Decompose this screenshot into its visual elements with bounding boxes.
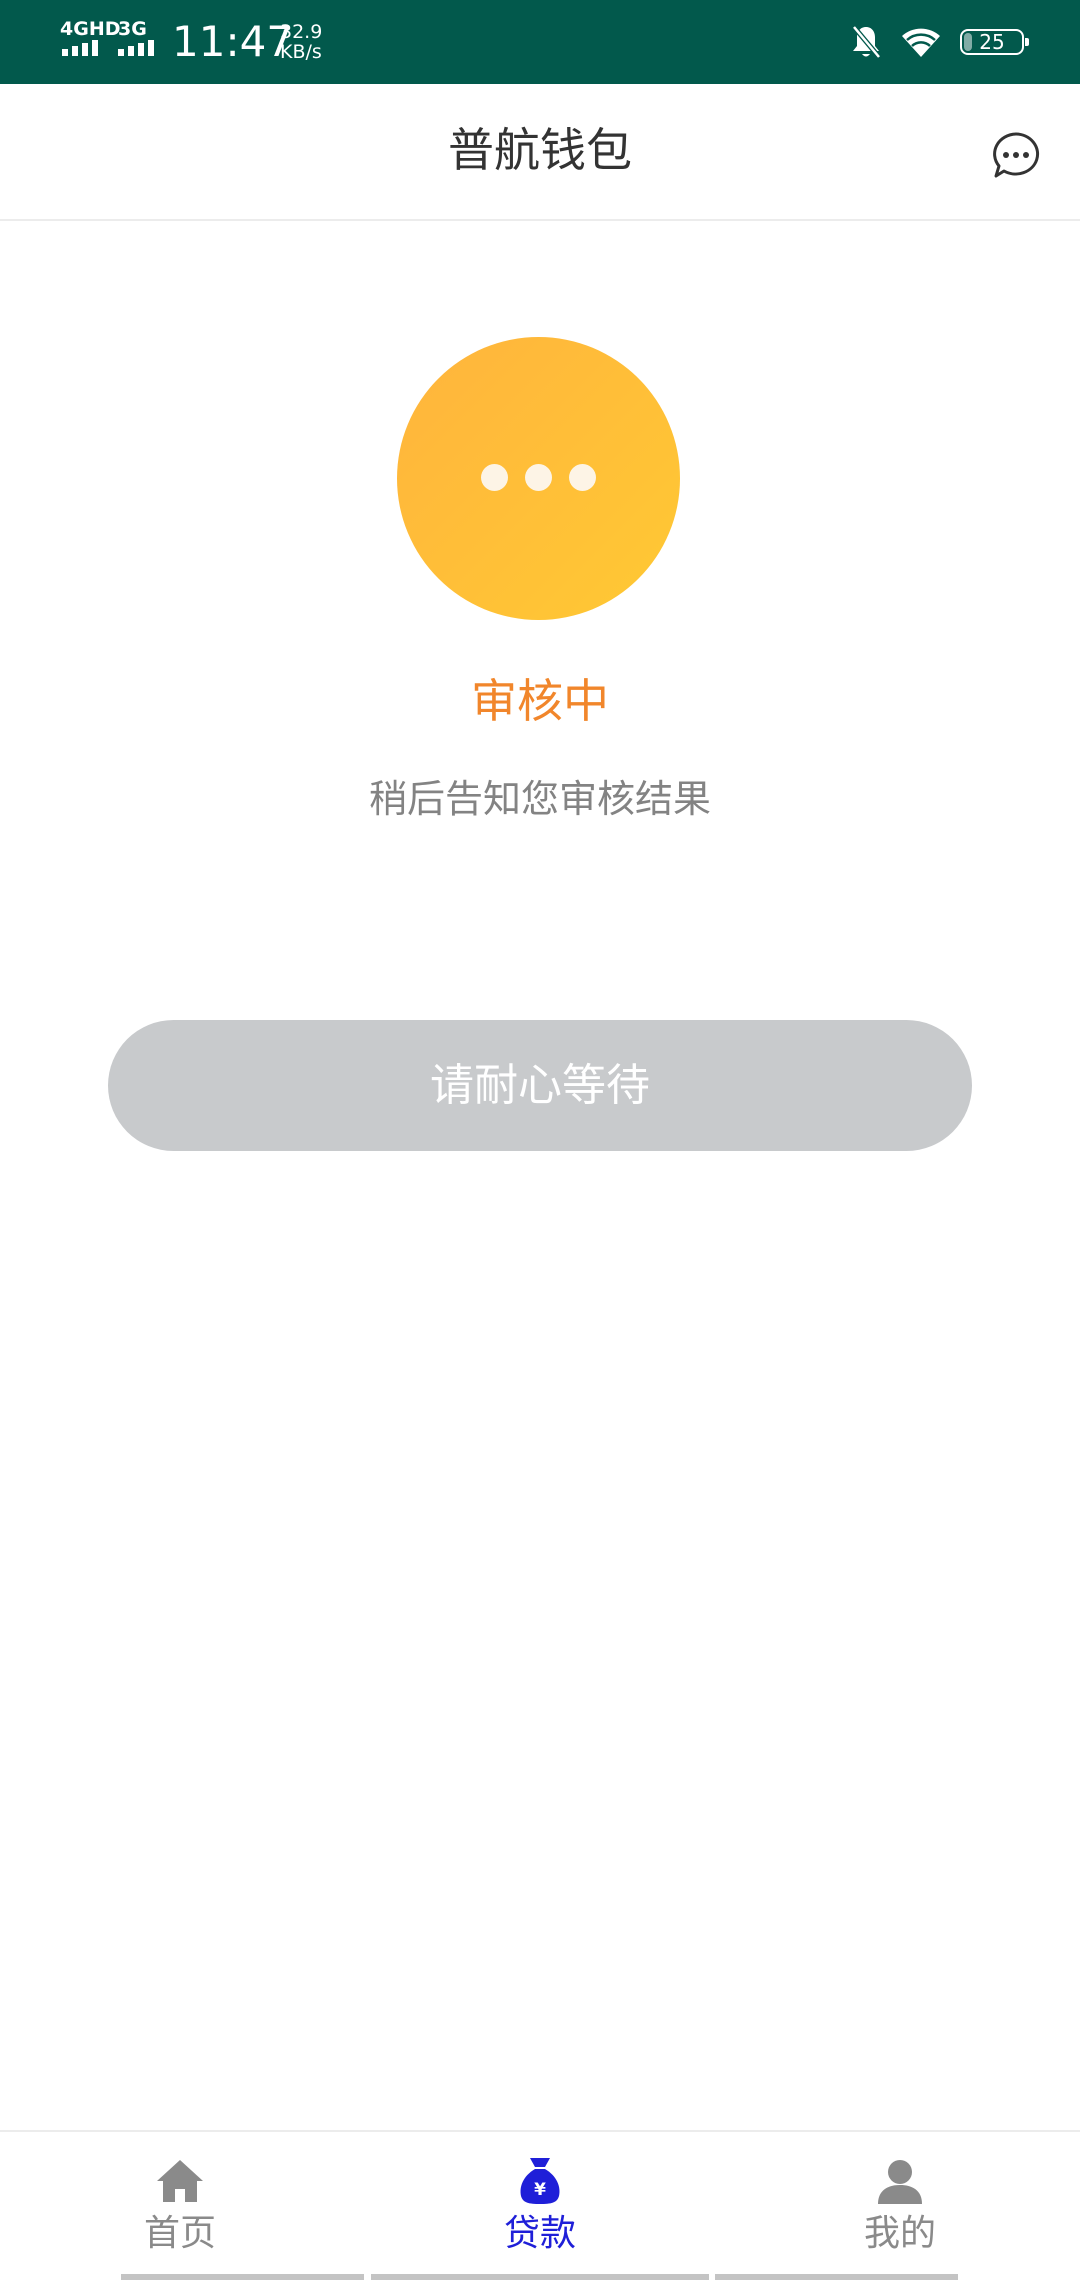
battery-icon: 25: [960, 29, 1029, 55]
tab-mine[interactable]: 我的: [800, 2154, 1000, 2264]
wifi-icon: [902, 28, 940, 57]
pending-status-circle: [397, 337, 680, 620]
page-title: 普航钱包: [448, 123, 632, 177]
bell-muted-icon: [852, 25, 881, 59]
svg-text:¥: ¥: [534, 2180, 546, 2200]
gesture-bar-center[interactable]: [371, 2274, 709, 2280]
signal-strength-icon-2: [118, 40, 154, 56]
review-status-description: 稍后告知您审核结果: [368, 777, 711, 821]
money-bag-icon: ¥: [520, 2158, 560, 2204]
network-speed-unit: KB/s: [280, 41, 322, 63]
signal-strength-icon-1: [62, 40, 98, 56]
tab-loan[interactable]: ¥ 贷款: [440, 2154, 640, 2264]
gesture-bar-left: [121, 2274, 364, 2280]
chat-bubble-icon[interactable]: [990, 130, 1042, 182]
person-icon: [878, 2160, 922, 2204]
pending-dots-icon: [397, 464, 680, 491]
network-type-3g: 3G: [118, 18, 147, 40]
please-wait-button[interactable]: 请耐心等待: [108, 1020, 972, 1151]
tab-mine-label: 我的: [863, 2213, 936, 2254]
home-icon: [157, 2160, 203, 2202]
status-icons: 25: [850, 20, 1029, 64]
tab-home-label: 首页: [143, 2213, 216, 2254]
tab-loan-label: 贷款: [503, 2213, 576, 2254]
network-speed-value: 32.9: [280, 21, 323, 43]
tab-home[interactable]: 首页: [80, 2154, 280, 2264]
header: 普航钱包: [0, 84, 1080, 221]
bottom-tab-bar: 首页 ¥ 贷款 我的: [0, 2130, 1080, 2280]
battery-level: 25: [979, 30, 1005, 54]
review-status-title: 审核中: [471, 674, 609, 728]
gesture-bar-right: [715, 2274, 958, 2280]
network-speed: 32.9 KB/s: [280, 22, 322, 62]
clock: 11:47: [172, 17, 294, 66]
network-type-4g: 4GHD: [60, 18, 121, 40]
status-bar: 4GHD 3G 11:47 32.9 KB/s 25: [0, 0, 1080, 84]
